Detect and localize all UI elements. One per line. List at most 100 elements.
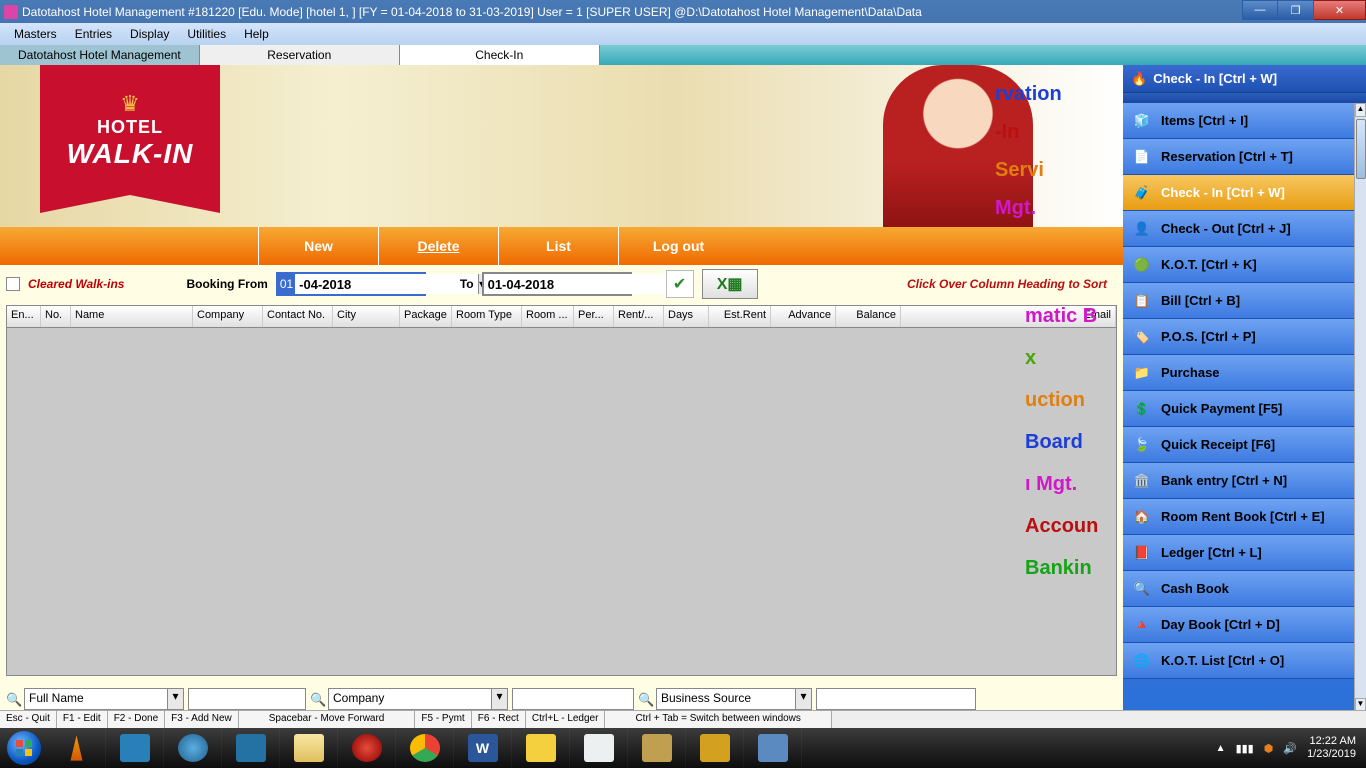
rp-item[interactable]: 👤Check - Out [Ctrl + J] xyxy=(1123,211,1366,247)
textbox-name[interactable] xyxy=(188,688,306,710)
rp-item[interactable]: 🧳Check - In [Ctrl + W] xyxy=(1123,175,1366,211)
combo-fullname[interactable]: Full Name▾ xyxy=(24,688,184,710)
confirm-check-button[interactable]: ✔ xyxy=(666,270,694,298)
rp-item[interactable]: 🏛️Bank entry [Ctrl + N] xyxy=(1123,463,1366,499)
date-from-input[interactable] xyxy=(295,274,478,294)
task-ie[interactable] xyxy=(164,728,222,768)
task-app3[interactable] xyxy=(744,728,802,768)
rp-item-icon: 📋 xyxy=(1133,292,1151,310)
scrollbar[interactable]: ▲ ▼ xyxy=(1354,103,1366,712)
combo-company[interactable]: Company▾ xyxy=(328,688,508,710)
task-opera[interactable] xyxy=(338,728,396,768)
rp-item-icon: 🧳 xyxy=(1133,184,1151,202)
rp-item-label: Quick Receipt [F6] xyxy=(1161,437,1275,452)
close-button[interactable]: ✕ xyxy=(1314,0,1366,20)
scroll-thumb[interactable] xyxy=(1356,119,1366,179)
col-roomtype[interactable]: Room Type xyxy=(452,306,522,327)
rp-item[interactable]: 🧊Items [Ctrl + I] xyxy=(1123,103,1366,139)
task-vlc[interactable] xyxy=(48,728,106,768)
menu-entries[interactable]: Entries xyxy=(67,25,120,43)
date-to-input[interactable] xyxy=(484,274,667,294)
date-from-combo[interactable]: 01 ▾ xyxy=(276,272,426,296)
rp-item[interactable]: 🟢K.O.T. [Ctrl + K] xyxy=(1123,247,1366,283)
chevron-down-icon[interactable]: ▾ xyxy=(167,689,183,709)
clock[interactable]: 12:22 AM 1/23/2019 xyxy=(1307,735,1356,761)
search-icon[interactable]: 🔍 xyxy=(6,692,20,706)
task-explorer[interactable] xyxy=(280,728,338,768)
textbox-company[interactable] xyxy=(512,688,634,710)
task-paint[interactable] xyxy=(570,728,628,768)
task-app1[interactable] xyxy=(628,728,686,768)
col-no[interactable]: No. xyxy=(41,306,71,327)
shortcut-bar: Esc - Quit F1 - Edit F2 - Done F3 - Add … xyxy=(0,710,1366,728)
col-company[interactable]: Company xyxy=(193,306,263,327)
rp-item-label: Cash Book xyxy=(1161,581,1229,596)
rp-item[interactable]: 🏠Room Rent Book [Ctrl + E] xyxy=(1123,499,1366,535)
tab-reservation[interactable]: Reservation xyxy=(200,45,400,65)
system-tray[interactable]: ▲ ▮▮▮ ⬢ 🔊 12:22 AM 1/23/2019 xyxy=(1206,728,1366,768)
col-room[interactable]: Room ... xyxy=(522,306,574,327)
col-name[interactable]: Name xyxy=(71,306,193,327)
list-button[interactable]: List xyxy=(498,227,618,265)
combo-business-source[interactable]: Business Source▾ xyxy=(656,688,812,710)
col-days[interactable]: Days xyxy=(664,306,709,327)
col-city[interactable]: City xyxy=(333,306,400,327)
col-entry[interactable]: En... xyxy=(7,306,41,327)
task-app2[interactable] xyxy=(686,728,744,768)
logout-button[interactable]: Log out xyxy=(618,227,738,265)
right-panel-list: 🧊Items [Ctrl + I]📄Reservation [Ctrl + T]… xyxy=(1123,103,1366,712)
scroll-up-icon[interactable]: ▲ xyxy=(1355,103,1366,117)
shield-icon[interactable]: ⬢ xyxy=(1264,742,1274,755)
tab-check-in[interactable]: Check-In xyxy=(400,45,600,65)
col-email[interactable]: Email xyxy=(901,306,1116,327)
maximize-button[interactable]: ❐ xyxy=(1278,0,1314,20)
task-notes[interactable] xyxy=(512,728,570,768)
start-button[interactable] xyxy=(0,728,48,768)
rp-item[interactable]: 🍃Quick Receipt [F6] xyxy=(1123,427,1366,463)
rp-item[interactable]: 📄Reservation [Ctrl + T] xyxy=(1123,139,1366,175)
task-word[interactable]: W xyxy=(454,728,512,768)
rp-item[interactable]: 📋Bill [Ctrl + B] xyxy=(1123,283,1366,319)
chevron-down-icon[interactable]: ▾ xyxy=(491,689,507,709)
data-grid: En... No. Name Company Contact No. City … xyxy=(6,305,1117,676)
menu-utilities[interactable]: Utilities xyxy=(179,25,234,43)
grid-body[interactable] xyxy=(7,328,1116,675)
sort-hint: Click Over Column Heading to Sort xyxy=(907,277,1107,291)
menu-masters[interactable]: Masters xyxy=(6,25,65,43)
rp-item[interactable]: 💲Quick Payment [F5] xyxy=(1123,391,1366,427)
delete-button[interactable]: Delete xyxy=(378,227,498,265)
rp-item[interactable]: 📁Purchase xyxy=(1123,355,1366,391)
minimize-button[interactable]: — xyxy=(1242,0,1278,20)
col-contact[interactable]: Contact No. xyxy=(263,306,333,327)
col-advance[interactable]: Advance xyxy=(771,306,836,327)
chevron-down-icon[interactable]: ▾ xyxy=(795,689,811,709)
search-icon[interactable]: 🔍 xyxy=(638,692,652,706)
col-balance[interactable]: Balance xyxy=(836,306,901,327)
task-screenrec[interactable] xyxy=(106,728,164,768)
wifi-icon[interactable]: ▮▮▮ xyxy=(1236,742,1254,755)
menu-display[interactable]: Display xyxy=(122,25,177,43)
magnify-icon: 🔥 xyxy=(1131,71,1147,87)
tray-expand-icon[interactable]: ▲ xyxy=(1216,743,1226,754)
col-persons[interactable]: Per... xyxy=(574,306,614,327)
cleared-checkbox[interactable] xyxy=(6,277,20,291)
date-to-combo[interactable]: ▾ xyxy=(482,272,632,296)
col-rent[interactable]: Rent/... xyxy=(614,306,664,327)
task-chrome[interactable] xyxy=(396,728,454,768)
rp-item[interactable]: 📕Ledger [Ctrl + L] xyxy=(1123,535,1366,571)
new-button[interactable]: New xyxy=(258,227,378,265)
textbox-source[interactable] xyxy=(816,688,976,710)
search-icon[interactable]: 🔍 xyxy=(310,692,324,706)
rp-item[interactable]: 🌐K.O.T. List [Ctrl + O] xyxy=(1123,643,1366,679)
task-mail[interactable] xyxy=(222,728,280,768)
rp-item[interactable]: 🔍Cash Book xyxy=(1123,571,1366,607)
export-excel-button[interactable]: X▦ xyxy=(702,269,758,299)
sc-esc: Esc - Quit xyxy=(0,711,57,728)
col-estrent[interactable]: Est.Rent xyxy=(709,306,771,327)
tab-app-name[interactable]: Datotahost Hotel Management xyxy=(0,45,200,65)
volume-icon[interactable]: 🔊 xyxy=(1283,742,1297,755)
rp-item[interactable]: 🔺Day Book [Ctrl + D] xyxy=(1123,607,1366,643)
col-package[interactable]: Package xyxy=(400,306,452,327)
rp-item[interactable]: 🏷️P.O.S. [Ctrl + P] xyxy=(1123,319,1366,355)
menu-help[interactable]: Help xyxy=(236,25,277,43)
